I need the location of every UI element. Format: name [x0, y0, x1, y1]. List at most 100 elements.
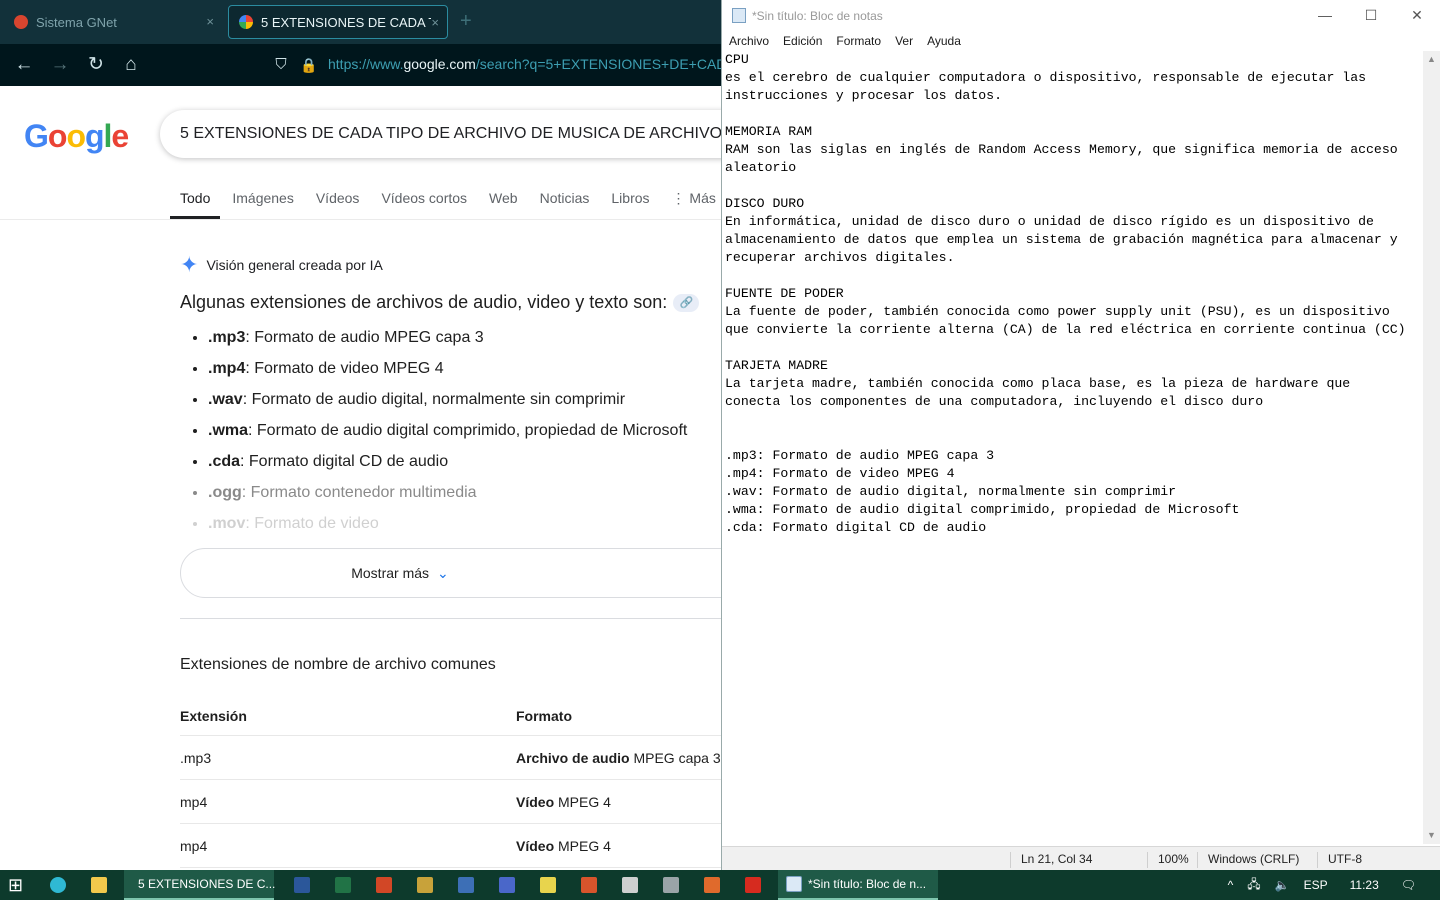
home-icon[interactable]: ⌂: [118, 52, 144, 78]
app-icon-7[interactable]: [663, 870, 679, 900]
notepad-text-area[interactable]: CPU es el cerebro de cualquier computado…: [725, 51, 1422, 844]
tab-videos-cortos[interactable]: Vídeos cortos: [371, 184, 477, 219]
edge-icon[interactable]: [50, 870, 66, 900]
google-favicon-icon: [239, 15, 253, 29]
subtitle-text: Algunas extensiones de archivos de audio…: [180, 292, 668, 312]
menu-formato[interactable]: Formato: [829, 31, 888, 51]
logo-letter: e: [111, 118, 129, 154]
divider: [0, 219, 722, 220]
maximize-button[interactable]: ☐: [1348, 4, 1394, 26]
window-title: *Sin título: Bloc de notas: [752, 9, 883, 23]
app-icon-8[interactable]: [704, 870, 720, 900]
google-logo[interactable]: Google: [24, 118, 129, 155]
forward-arrow-icon[interactable]: →: [47, 52, 73, 78]
reload-icon[interactable]: ↻: [83, 52, 109, 78]
list-item: .mp3: Formato de audio MPEG capa 3: [208, 322, 687, 353]
encoding: UTF-8: [1317, 852, 1362, 868]
tab-todo[interactable]: Todo: [170, 184, 221, 219]
taskbar-firefox[interactable]: 5 EXTENSIONES DE C...: [124, 870, 275, 900]
minimize-button[interactable]: —: [1302, 4, 1348, 26]
close-tab-icon[interactable]: ×: [206, 14, 214, 29]
tab-mas[interactable]: ⋮ Más: [662, 184, 722, 219]
tab-web[interactable]: Web: [479, 184, 528, 219]
menu-edicion[interactable]: Edición: [776, 31, 829, 51]
header-extension: Extensión: [180, 708, 247, 724]
cell-format: Archivo de audio MPEG capa 3: [516, 750, 721, 766]
close-button[interactable]: ✕: [1394, 4, 1440, 26]
lock-icon[interactable]: 🔒: [296, 52, 322, 78]
table-row: mp4 Vídeo MPEG 4: [180, 780, 722, 824]
cell-extension: mp4: [180, 794, 208, 810]
tracking-shield-icon[interactable]: ⛉: [268, 52, 294, 78]
list-item: .wav: Formato de audio digital, normalme…: [208, 384, 687, 415]
header-format: Formato: [516, 708, 572, 724]
word-icon[interactable]: [294, 870, 310, 900]
browser-tab-sistema-gnet[interactable]: Sistema GNet ×: [4, 5, 222, 39]
ai-overview-subtitle: Algunas extensiones de archivos de audio…: [180, 292, 700, 313]
menu-ver[interactable]: Ver: [888, 31, 920, 51]
scroll-down-icon[interactable]: ▼: [1423, 827, 1440, 844]
gnet-favicon-icon: [14, 15, 28, 29]
vertical-scrollbar[interactable]: ▲ ▼: [1423, 51, 1440, 844]
app-icon-2[interactable]: [458, 870, 474, 900]
logo-letter: G: [24, 118, 49, 154]
format-bold: Archivo de audio: [516, 750, 630, 766]
search-input[interactable]: 5 EXTENSIONES DE CADA TIPO DE ARCHIVO DE…: [160, 110, 722, 158]
section-title: Extensiones de nombre de archivo comunes: [180, 656, 496, 673]
scroll-up-icon[interactable]: ▲: [1423, 51, 1440, 68]
format-bold: Vídeo: [516, 838, 555, 854]
menu-archivo[interactable]: Archivo: [722, 31, 776, 51]
cell-extension: mp4: [180, 838, 208, 854]
close-tab-icon[interactable]: ×: [431, 15, 439, 30]
url-path: /search?q=5+EXTENSIONES+DE+CADA: [475, 56, 722, 72]
extension: .wav: [208, 391, 243, 408]
show-more-button[interactable]: Mostrar más ⌄: [180, 548, 722, 598]
tab-imagenes[interactable]: Imágenes: [222, 184, 303, 219]
volume-icon[interactable]: 🔈: [1275, 878, 1290, 892]
table-header-row: Extensión Formato: [180, 694, 722, 736]
file-explorer-icon[interactable]: [91, 870, 107, 900]
extension: .wma: [208, 422, 249, 439]
app-icon-3[interactable]: [499, 870, 515, 900]
link-icon[interactable]: 🔗: [673, 294, 700, 313]
app-icon-5[interactable]: [581, 870, 597, 900]
browser-tab-google-search[interactable]: 5 EXTENSIONES DE CADA TIPO DE ARCHIVO ×: [228, 5, 448, 39]
notepad-icon: [732, 8, 746, 23]
app-icon-1[interactable]: [417, 870, 433, 900]
extension: .mov: [208, 515, 246, 532]
tab-videos[interactable]: Vídeos: [306, 184, 370, 219]
tab-noticias[interactable]: Noticias: [530, 184, 600, 219]
extension: .mp3: [208, 329, 246, 346]
address-bar[interactable]: https://www.google.com/search?q=5+EXTENS…: [328, 56, 722, 72]
description: : Formato de video MPEG 4: [245, 360, 444, 377]
cell-extension: .mp3: [180, 750, 212, 766]
url-prefix: https://www.: [328, 56, 404, 72]
taskbar-notepad[interactable]: *Sin título: Bloc de n...: [778, 870, 938, 900]
network-icon[interactable]: 🖧: [1247, 875, 1260, 896]
notifications-icon[interactable]: 🗨: [1401, 878, 1416, 892]
search-tabs: Todo Imágenes Vídeos Vídeos cortos Web N…: [170, 184, 722, 219]
tab-libros[interactable]: Libros: [601, 184, 659, 219]
powerpoint-icon[interactable]: [376, 870, 392, 900]
app-icon-9[interactable]: [745, 870, 761, 900]
tab-label: Sistema GNet: [36, 14, 117, 30]
list-item: .ogg: Formato contenedor multimedia: [208, 477, 687, 508]
tray-chevron-up-icon[interactable]: ^: [1228, 878, 1234, 892]
notepad-window: *Sin título: Bloc de notas — ☐ ✕ Archivo…: [721, 0, 1440, 870]
app-icon-6[interactable]: [622, 870, 638, 900]
logo-letter: o: [47, 118, 68, 154]
start-button[interactable]: ⊞: [8, 870, 23, 900]
description: : Formato de video: [245, 515, 379, 532]
ai-overview-list: .mp3: Formato de audio MPEG capa 3 .mp4:…: [190, 322, 687, 539]
language-indicator[interactable]: ESP: [1304, 878, 1328, 892]
notepad-title-bar[interactable]: *Sin título: Bloc de notas — ☐ ✕: [722, 0, 1440, 31]
excel-icon[interactable]: [335, 870, 351, 900]
app-icon-4[interactable]: [540, 870, 556, 900]
format-rest: MPEG capa 3: [629, 750, 721, 766]
menu-ayuda[interactable]: Ayuda: [920, 31, 968, 51]
logo-letter: g: [84, 118, 105, 154]
new-tab-button[interactable]: +: [460, 10, 472, 33]
clock[interactable]: 11:23: [1350, 878, 1379, 892]
back-arrow-icon[interactable]: ←: [11, 52, 37, 78]
zoom-level: 100%: [1147, 852, 1189, 868]
